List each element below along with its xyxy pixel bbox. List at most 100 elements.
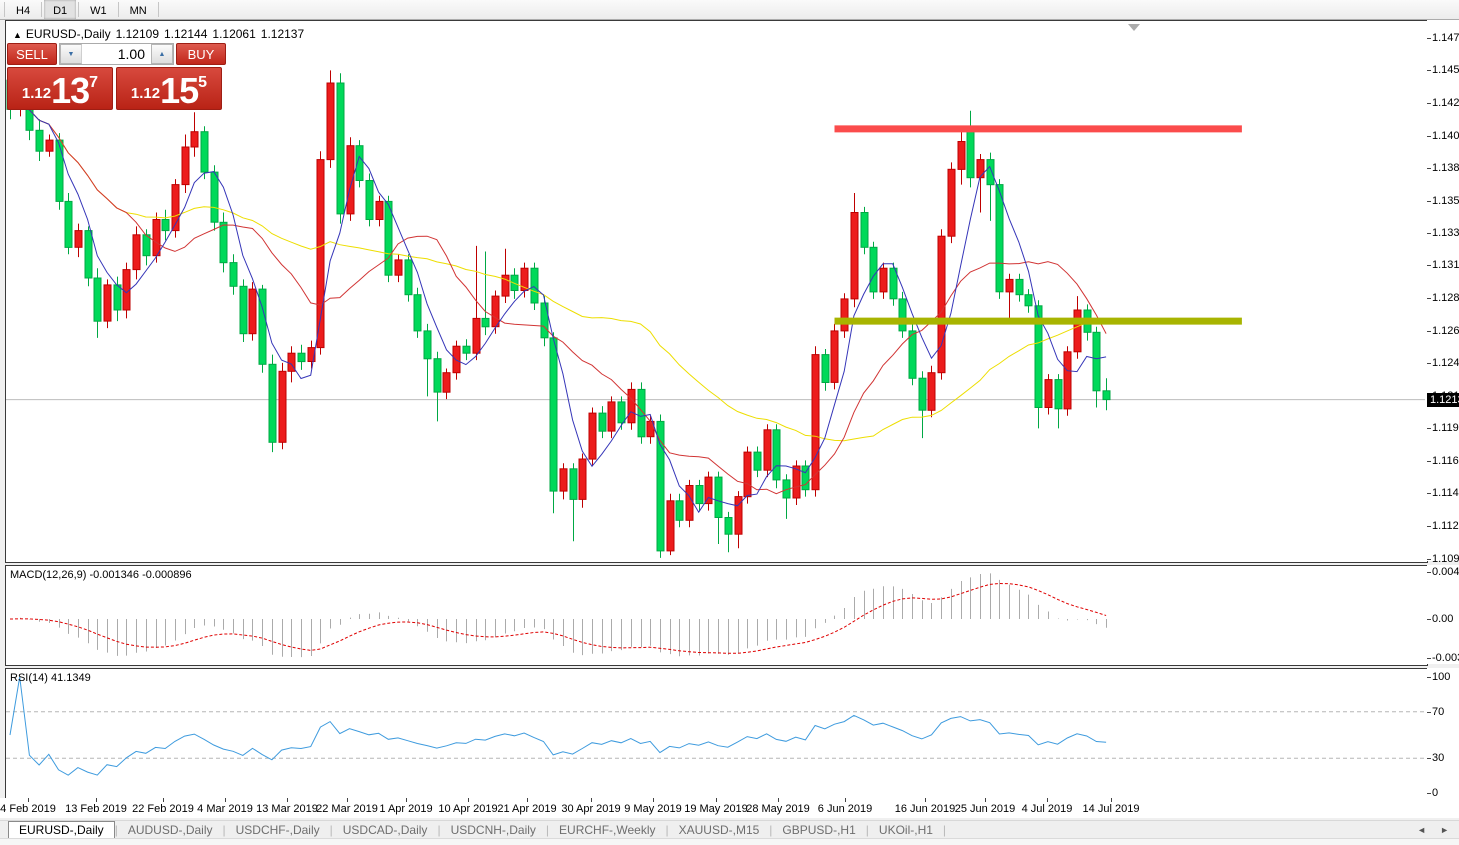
macd-tick <box>1427 619 1431 620</box>
price-axis-label: 1.11930 <box>1432 422 1459 434</box>
price-tick <box>1427 265 1431 266</box>
tabs-scroll-left-icon[interactable]: ◄ <box>1417 825 1426 835</box>
date-tick <box>716 798 717 802</box>
date-tick <box>1111 798 1112 802</box>
date-axis-label: 28 May 2019 <box>746 803 810 815</box>
date-tick <box>985 798 986 802</box>
chart-tab-bar: EURUSD-,Daily|AUDUSD-,Daily|USDCHF-,Dail… <box>0 820 1459 839</box>
chart-tab-XAUUSD-M15[interactable]: XAUUSD-,M15 <box>669 822 770 838</box>
date-tick <box>778 798 779 802</box>
status-strip <box>0 838 1459 845</box>
date-tick <box>287 798 288 802</box>
toolbar-separator <box>41 2 42 17</box>
timeframe-button-MN[interactable]: MN <box>121 0 156 19</box>
ohlc-close: 1.12137 <box>261 27 304 41</box>
rsi-axis-label: 70 <box>1432 706 1444 718</box>
sell-button[interactable]: SELL <box>7 43 57 65</box>
price-tick <box>1427 168 1431 169</box>
buy-price-prefix: 1.12 <box>131 79 160 109</box>
date-tick <box>28 798 29 802</box>
date-axis-label: 10 Apr 2019 <box>438 803 497 815</box>
rsi-tick <box>1427 677 1431 678</box>
sell-price-big: 13 <box>51 73 89 109</box>
macd-tick <box>1427 572 1431 573</box>
date-tick <box>163 798 164 802</box>
rsi-pane[interactable]: RSI(14) 41.1349 <box>5 668 1428 800</box>
symbol-name: EURUSD-,Daily <box>26 27 111 41</box>
date-axis-label: 30 Apr 2019 <box>561 803 620 815</box>
chart-tab-EURUSD-Daily[interactable]: EURUSD-,Daily <box>8 821 115 840</box>
macd-axis-label: 0.004465 <box>1432 566 1459 578</box>
price-tick <box>1427 428 1431 429</box>
buy-price-big: 15 <box>160 73 198 109</box>
rsi-tick <box>1427 758 1431 759</box>
rsi-label: RSI(14) 41.1349 <box>10 672 91 684</box>
price-tick <box>1427 201 1431 202</box>
toolbar-separator <box>118 2 119 17</box>
rsi-axis-label: 30 <box>1432 752 1444 764</box>
price-axis-label: 1.14735 <box>1432 32 1459 44</box>
macd-tick <box>1427 658 1431 659</box>
rsi-axis: 10070300 <box>1427 668 1459 798</box>
chart-tab-USDCNH-Daily[interactable]: USDCNH-,Daily <box>441 822 546 838</box>
price-tick <box>1427 103 1431 104</box>
macd-pane[interactable]: MACD(12,26,9) -0.001346 -0.000896 <box>5 565 1428 666</box>
date-tick <box>653 798 654 802</box>
price-tick <box>1427 331 1431 332</box>
date-axis-label: 21 Apr 2019 <box>497 803 556 815</box>
macd-canvas[interactable] <box>6 566 1427 663</box>
symbol-marker-icon: ▲ <box>13 30 22 40</box>
date-tick <box>468 798 469 802</box>
price-axis-label: 1.10995 <box>1432 553 1459 565</box>
rsi-tick <box>1427 712 1431 713</box>
chart-tab-USDCHF-Daily[interactable]: USDCHF-,Daily <box>226 822 330 838</box>
volume-spinner: ▼ ▲ <box>59 43 174 65</box>
price-axis-label: 1.13800 <box>1432 162 1459 174</box>
timeframe-button-D1[interactable]: D1 <box>44 0 76 19</box>
volume-increase-button[interactable]: ▲ <box>151 44 173 64</box>
date-axis: 4 Feb 201913 Feb 201922 Feb 20194 Mar 20… <box>0 798 1459 818</box>
chart-symbol-header: ▲ EURUSD-,Daily 1.12109 1.12144 1.12061 1.121… <box>13 27 309 41</box>
ohlc-low: 1.12061 <box>212 27 255 41</box>
date-axis-label: 6 Jun 2019 <box>818 803 872 815</box>
date-tick <box>96 798 97 802</box>
date-tick <box>527 798 528 802</box>
chart-tab-GBPUSD-H1[interactable]: GBPUSD-,H1 <box>772 822 865 838</box>
toolbar-separator <box>4 2 5 17</box>
date-axis-label: 9 May 2019 <box>624 803 681 815</box>
chart-tab-AUDUSD-Daily[interactable]: AUDUSD-,Daily <box>118 822 223 838</box>
date-tick <box>591 798 592 802</box>
tabs-scroll-right-icon[interactable]: ► <box>1440 825 1449 835</box>
volume-decrease-button[interactable]: ▼ <box>60 44 82 64</box>
ohlc-high: 1.12144 <box>164 27 207 41</box>
date-axis-label: 22 Mar 2019 <box>316 803 378 815</box>
date-tick <box>1047 798 1048 802</box>
date-tick <box>225 798 226 802</box>
sell-price-prefix: 1.12 <box>22 79 51 109</box>
trading-platform-window: H4 D1 W1 MN 1.147351.145001.142651.140301.1… <box>0 0 1459 845</box>
buy-price-panel[interactable]: 1.12155 <box>116 67 222 110</box>
chart-tab-USDCAD-Daily[interactable]: USDCAD-,Daily <box>333 822 438 838</box>
macd-label: MACD(12,26,9) -0.001346 -0.000896 <box>10 569 192 581</box>
date-axis-label: 13 Mar 2019 <box>256 803 318 815</box>
price-tick <box>1427 493 1431 494</box>
toolbar-separator <box>78 2 79 17</box>
date-axis-label: 16 Jun 2019 <box>895 803 956 815</box>
rsi-canvas[interactable] <box>6 669 1427 797</box>
date-tick <box>845 798 846 802</box>
tab-separator: | <box>943 823 946 837</box>
buy-price-sup: 5 <box>198 57 207 109</box>
sell-price-panel[interactable]: 1.12137 <box>7 67 113 110</box>
ohlc-open: 1.12109 <box>116 27 159 41</box>
chart-shift-marker-icon[interactable] <box>1128 24 1140 31</box>
timeframe-button-H4[interactable]: H4 <box>7 0 39 19</box>
date-axis-label: 14 Jul 2019 <box>1083 803 1140 815</box>
timeframe-button-W1[interactable]: W1 <box>81 0 116 19</box>
chart-tab-UKOil-H1[interactable]: UKOil-,H1 <box>869 822 943 838</box>
macd-axis: 0.0044650.00-0.003715 <box>1427 565 1459 664</box>
price-axis: 1.147351.145001.142651.140301.138001.135… <box>1427 20 1459 561</box>
date-axis-label: 22 Feb 2019 <box>132 803 194 815</box>
date-axis-label: 19 May 2019 <box>684 803 748 815</box>
current-price-box: 1.12137 <box>1427 393 1459 407</box>
chart-tab-EURCHF-Weekly[interactable]: EURCHF-,Weekly <box>549 822 665 838</box>
